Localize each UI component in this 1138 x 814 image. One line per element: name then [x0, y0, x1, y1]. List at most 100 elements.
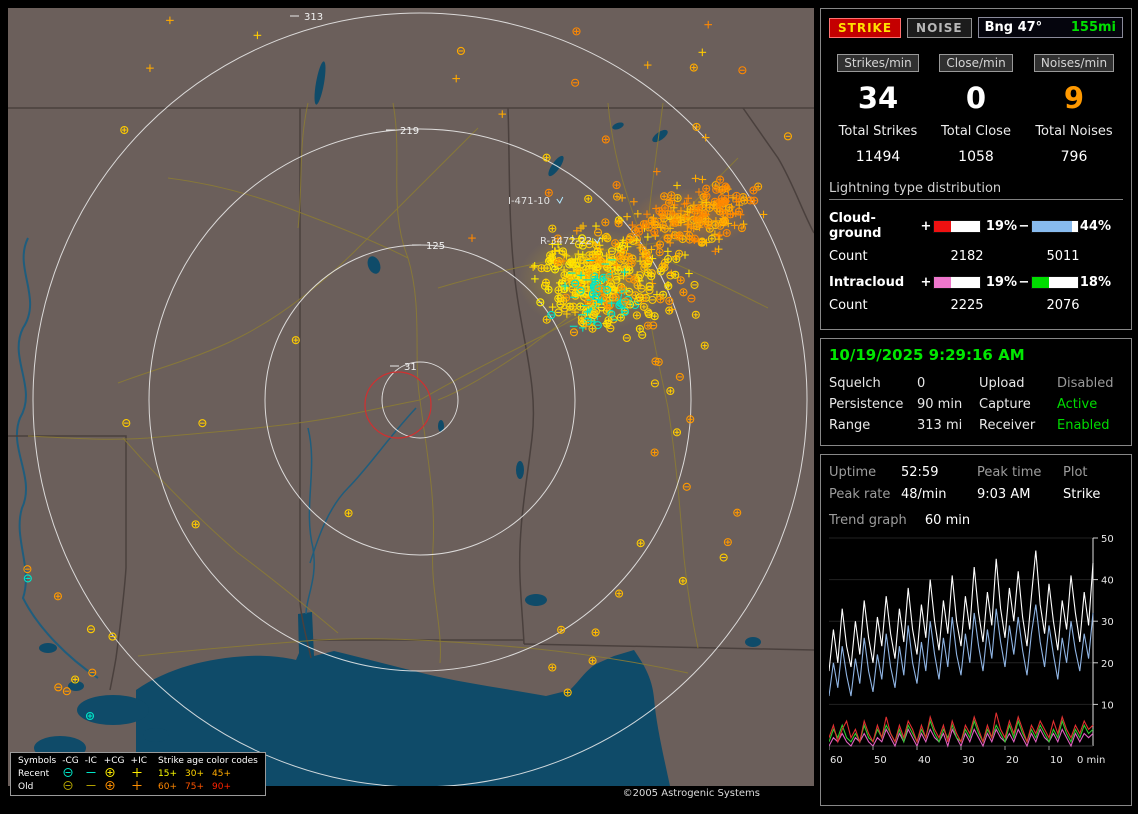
cg-minus-bar: [1031, 219, 1079, 233]
capture-label: Capture: [979, 397, 1031, 412]
distribution-row-intracloud: Intracloud + 19% − 18%: [829, 275, 1123, 290]
count-label: Count: [829, 249, 868, 264]
svg-text:50: 50: [1101, 534, 1114, 545]
map-canvas[interactable]: 313 219 125 31 I-471-10 R-3472-22: [8, 8, 814, 802]
rate-grid: Strikes/min 34 Total Strikes 11494 Close…: [829, 52, 1123, 165]
upload-value: Disabled: [1057, 376, 1114, 391]
settings-box: 10/19/2025 9:29:16 AM Squelch 0 Upload D…: [820, 338, 1132, 446]
receiver-label: Receiver: [979, 418, 1036, 433]
noises-per-min-label: Noises/min: [1033, 54, 1115, 72]
uptime-label: Uptime: [829, 465, 877, 480]
plus-sign: +: [920, 275, 932, 290]
ic-plus-count: 2225: [950, 298, 984, 313]
total-noises-value: 796: [1060, 149, 1088, 165]
svg-text:219: 219: [400, 126, 419, 137]
svg-text:60: 60: [830, 755, 843, 766]
svg-text:20: 20: [1101, 659, 1114, 670]
total-close-value: 1058: [958, 149, 994, 165]
intracloud-label: Intracloud: [829, 275, 905, 290]
svg-text:I-471-10: I-471-10: [508, 196, 550, 207]
svg-text:125: 125: [426, 241, 445, 252]
trend-graph-header: Trend graph 60 min: [829, 513, 1123, 528]
noise-button[interactable]: NOISE: [907, 17, 972, 38]
svg-text:50: 50: [874, 755, 887, 766]
total-strikes-value: 11494: [855, 149, 901, 165]
svg-text:10: 10: [1101, 700, 1114, 711]
rate-col-close: Close/min 0 Total Close 1058: [927, 52, 1025, 165]
persistence-value: 90 min: [917, 397, 963, 412]
svg-text:40: 40: [918, 755, 931, 766]
distribution-row-cloud-ground: Cloud-ground + 19% − 44%: [829, 211, 1123, 241]
minus-sign: −: [1018, 275, 1030, 290]
squelch-value: 0: [917, 376, 926, 391]
trend-stats-row: Uptime 52:59 Peak time Plot: [829, 462, 1123, 484]
plot-label: Plot: [1063, 465, 1088, 480]
cg-plus-pct: 19%: [985, 218, 1017, 234]
copyright-text: ©2005 Astrogenic Systems: [614, 787, 768, 800]
total-close-label: Total Close: [941, 124, 1011, 139]
cg-minus-pct: 44%: [1079, 218, 1111, 234]
settings-row: Squelch 0 Upload Disabled: [829, 373, 1123, 394]
strikes-per-min-label: Strikes/min: [837, 54, 919, 72]
map-legend: Symbols -CG -IC +CG +IC Strike age color code…: [10, 752, 266, 796]
count-label: Count: [829, 298, 868, 313]
trend-stats-row: Peak rate 48/min 9:03 AM Strike: [829, 484, 1123, 506]
distance-value: 155mi: [1070, 20, 1116, 35]
close-per-min-value: 0: [965, 81, 987, 115]
cloud-ground-count-row: Count 2182 5011: [829, 249, 1123, 264]
total-strikes-label: Total Strikes: [838, 124, 918, 139]
svg-text:30: 30: [962, 755, 975, 766]
datetime-display: 10/19/2025 9:29:16 AM: [829, 346, 1025, 364]
peak-time-value: 9:03 AM: [977, 487, 1031, 502]
noises-per-min-value: 9: [1063, 81, 1085, 115]
ic-minus-bar: [1031, 276, 1079, 289]
uptime-value: 52:59: [901, 465, 939, 480]
cloud-ground-label: Cloud-ground: [829, 211, 882, 241]
legend-table: Symbols -CG -IC +CG +IC Strike age color code…: [18, 756, 258, 792]
distribution-title: Lightning type distribution: [829, 181, 1123, 200]
rate-col-noises: Noises/min 9 Total Noises 796: [1025, 52, 1123, 165]
ic-plus-bar: [933, 276, 981, 289]
trend-chart: 50 40 30 20 10 60 50 40 30 20 10 0 min: [829, 534, 1114, 766]
upload-label: Upload: [979, 376, 1025, 391]
side-panel: STRIKE NOISE Bng 47° 155mi Strikes/min 3…: [820, 8, 1132, 814]
cg-plus-bar: [933, 219, 981, 233]
plot-value: Strike: [1063, 487, 1101, 502]
svg-text:20: 20: [1006, 755, 1019, 766]
rate-col-strikes: Strikes/min 34 Total Strikes 11494: [829, 52, 927, 165]
cg-minus-count: 5011: [1046, 249, 1080, 264]
peak-rate-value: 48/min: [901, 487, 947, 502]
svg-text:R-3472-22: R-3472-22: [540, 236, 592, 247]
mode-row: STRIKE NOISE Bng 47° 155mi: [829, 17, 1123, 38]
peak-rate-label: Peak rate: [829, 487, 891, 502]
svg-text:0 min: 0 min: [1077, 755, 1105, 766]
lightning-map[interactable]: 313 219 125 31 I-471-10 R-3472-22 Symbols -CG…: [8, 8, 814, 802]
peak-time-label: Peak time: [977, 465, 1042, 480]
stats-box: STRIKE NOISE Bng 47° 155mi Strikes/min 3…: [820, 8, 1132, 330]
persistence-label: Persistence: [829, 397, 904, 412]
svg-text:40: 40: [1101, 576, 1114, 587]
close-per-min-label: Close/min: [939, 54, 1013, 72]
squelch-label: Squelch: [829, 376, 881, 391]
svg-text:10: 10: [1050, 755, 1063, 766]
land-area: [8, 8, 814, 786]
settings-grid: Squelch 0 Upload Disabled Persistence 90…: [829, 373, 1123, 436]
svg-text:313: 313: [304, 12, 323, 23]
settings-row: Range 313 mi Receiver Enabled: [829, 415, 1123, 436]
plus-sign: +: [920, 218, 932, 234]
receiver-value: Enabled: [1057, 418, 1110, 433]
bearing-value: Bng 47°: [984, 20, 1043, 35]
intracloud-count-row: Count 2225 2076: [829, 298, 1123, 313]
trend-graph-label: Trend graph: [829, 513, 907, 528]
strike-button[interactable]: STRIKE: [829, 17, 902, 38]
trend-box: Uptime 52:59 Peak time Plot Peak rate 48…: [820, 454, 1132, 806]
range-label: Range: [829, 418, 871, 433]
svg-text:30: 30: [1101, 617, 1114, 628]
settings-row: Persistence 90 min Capture Active: [829, 394, 1123, 415]
bearing-display: Bng 47° 155mi: [977, 17, 1123, 38]
strikes-per-min-value: 34: [857, 81, 899, 115]
ic-minus-count: 2076: [1046, 298, 1080, 313]
svg-text:31: 31: [404, 362, 417, 373]
range-value: 313 mi: [917, 418, 963, 433]
ic-plus-pct: 19%: [985, 275, 1017, 290]
